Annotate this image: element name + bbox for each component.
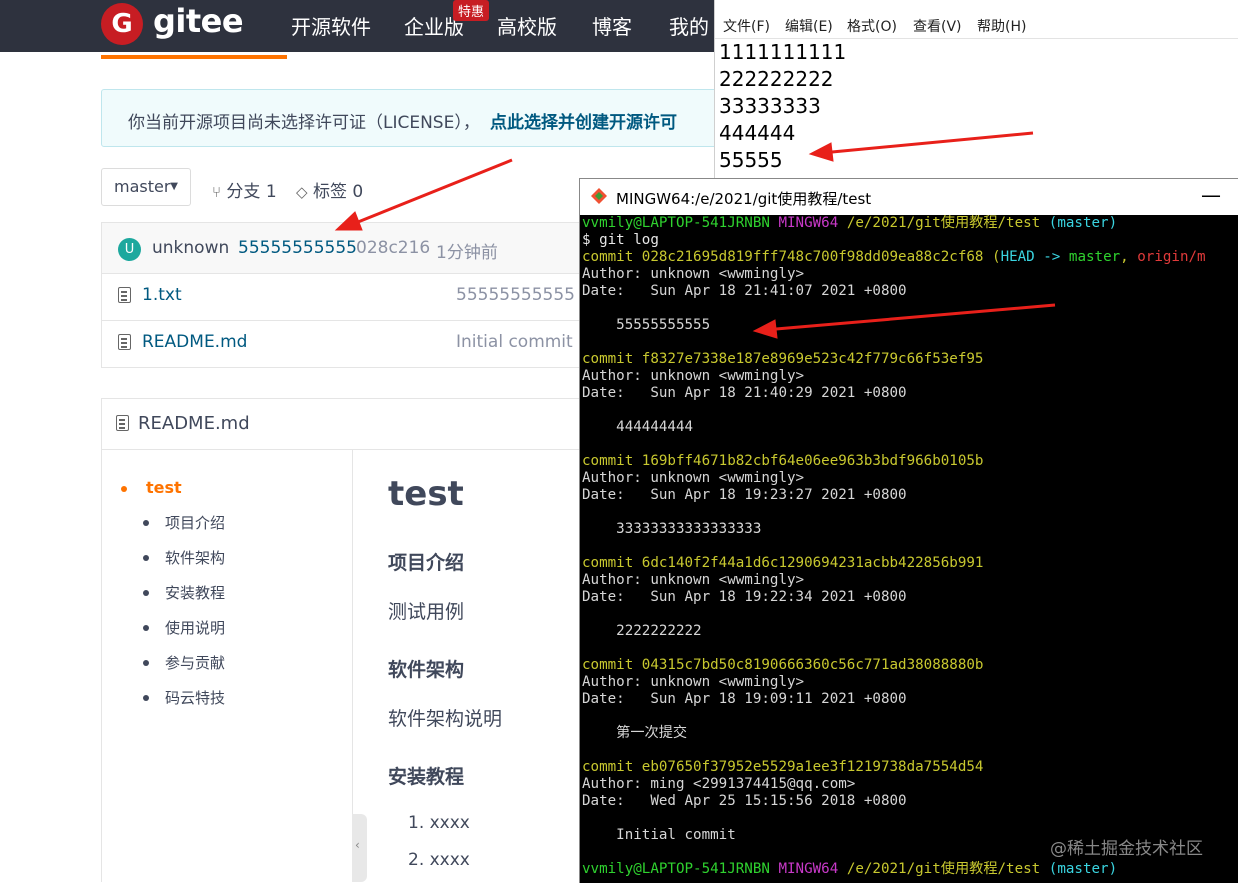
arrow-to-notepad-line	[808, 131, 1034, 162]
arrow-to-commit-message	[334, 158, 513, 231]
arrow-to-terminal-message	[752, 303, 1056, 339]
annotation-arrows	[334, 131, 1056, 339]
